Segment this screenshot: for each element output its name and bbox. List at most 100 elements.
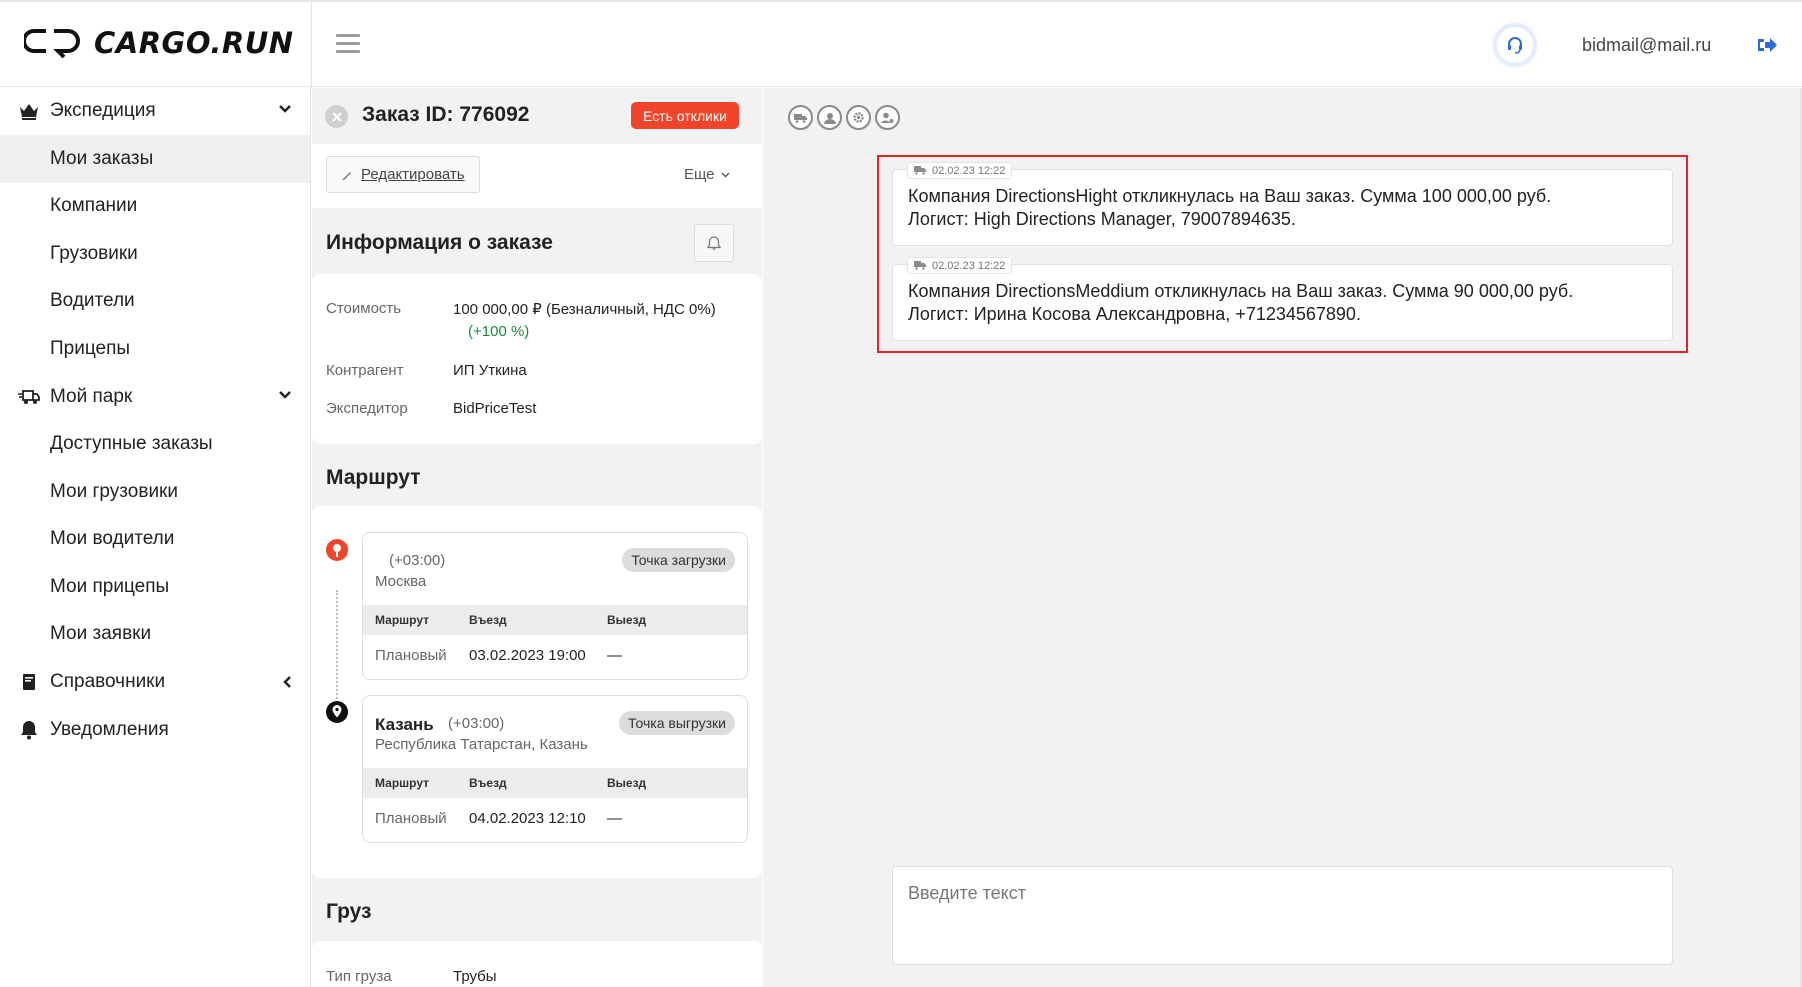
sidebar-item-available-orders[interactable]: Доступные заказы <box>0 421 310 469</box>
col-arrival: Въезд <box>469 776 507 790</box>
col-arrival: Въезд <box>469 613 507 627</box>
sidebar-item-my-requests[interactable]: Мои заявки <box>0 611 310 659</box>
col-route: Маршрут <box>375 776 430 790</box>
sidebar-item-drivers[interactable]: Водители <box>0 278 310 326</box>
col-route: Маршрут <box>375 613 430 627</box>
row-arrival: 03.02.2023 19:00 <box>469 647 586 664</box>
message-meta: 02.02.23 12:22 <box>907 162 1013 179</box>
sidebar-group-label: Экспедиция <box>50 100 156 121</box>
logo-text: CARGO.RUN <box>94 26 294 60</box>
sidebar-item-trailers[interactable]: Прицепы <box>0 325 310 373</box>
point-city: Казань <box>375 715 434 734</box>
route-title: Маршрут <box>326 466 421 489</box>
chevron-down-icon <box>279 105 291 113</box>
message-time: 02.02.23 12:22 <box>932 259 1006 272</box>
sidebar-item-my-trailers[interactable]: Мои прицепы <box>0 563 310 611</box>
order-info-card: Стоимость 100 000,00 ₽ (Безналичный, НДС… <box>312 274 762 444</box>
route-point-loading[interactable]: (+03:00) Москва Точка загрузки Маршрут В… <box>362 532 748 680</box>
sidebar-group-label: Уведомления <box>50 719 169 740</box>
point-table-header: Маршрут Въезд Выезд <box>363 605 747 635</box>
message-line: Логист: Ирина Косова Александровна, +712… <box>908 304 1361 324</box>
sidebar-group-my-fleet[interactable]: Мой парк <box>0 373 310 421</box>
info-value: Трубы <box>453 968 497 985</box>
point-table-row: Плановый 03.02.2023 19:00 — <box>363 635 747 679</box>
col-departure: Выезд <box>607 776 647 790</box>
logo[interactable]: CARGO.RUN <box>24 26 294 60</box>
info-value: ИП Уткина <box>453 362 527 379</box>
point-timezone: (+03:00) <box>389 552 446 569</box>
gear-filter-icon[interactable] <box>846 105 871 130</box>
chat-message: 02.02.23 12:22 Компания DirectionsHight … <box>892 162 1673 246</box>
user-filter-icon[interactable] <box>817 105 842 130</box>
chevron-left-icon <box>283 676 291 688</box>
route-card: (+03:00) Москва Точка загрузки Маршрут В… <box>312 506 762 878</box>
chat-filter-icons <box>788 105 900 130</box>
sidebar-item-my-trucks[interactable]: Мои грузовики <box>0 468 310 516</box>
sidebar-group-references[interactable]: Справочники <box>0 658 310 706</box>
header-divider <box>311 2 312 89</box>
book-icon <box>18 671 40 693</box>
bell-outline-icon <box>707 235 721 250</box>
point-address: Москва <box>375 573 427 590</box>
truck-fast-icon <box>18 386 40 408</box>
message-text: Компания DirectionsMeddium откликнулась … <box>908 280 1668 326</box>
user-settings-filter-icon[interactable] <box>875 105 900 130</box>
notify-bell-button[interactable] <box>694 224 734 262</box>
top-header: CARGO.RUN bidmail@mail.ru <box>0 0 1802 89</box>
point-type-tag: Точка загрузки <box>622 548 735 572</box>
close-icon[interactable] <box>325 105 348 128</box>
sidebar-group-notifications[interactable]: Уведомления <box>0 706 310 754</box>
logout-icon[interactable] <box>1756 35 1778 55</box>
route-point-unloading[interactable]: Казань (+03:00) Республика Татарстан, Ка… <box>362 695 748 843</box>
truck-icon <box>914 166 926 175</box>
info-label: Тип груза <box>326 968 392 985</box>
bell-icon <box>18 719 40 741</box>
pencil-icon <box>342 171 351 180</box>
map-pin-start-icon <box>326 539 348 561</box>
route-connector <box>336 590 338 710</box>
edit-button[interactable]: Редактировать <box>326 156 480 193</box>
chevron-down-icon <box>279 390 291 399</box>
point-table-header: Маршрут Въезд Выезд <box>363 768 747 798</box>
more-label: Еще <box>684 166 715 183</box>
message-text: Компания DirectionsHight откликнулась на… <box>908 185 1668 231</box>
message-time: 02.02.23 12:22 <box>932 164 1006 177</box>
row-type: Плановый <box>375 810 447 827</box>
point-type-tag: Точка выгрузки <box>619 711 735 735</box>
logo-mark-icon <box>24 29 80 59</box>
responses-chat-panel: 02.02.23 12:22 Компания DirectionsHight … <box>763 88 1802 987</box>
sidebar-group-expedition[interactable]: Экспедиция <box>0 87 310 135</box>
point-timezone: (+03:00) <box>448 715 505 732</box>
col-departure: Выезд <box>607 613 647 627</box>
cargo-title: Груз <box>326 900 372 923</box>
sidebar-item-companies[interactable]: Компании <box>0 183 310 231</box>
truck-icon <box>914 261 926 270</box>
sidebar: Экспедиция Мои заказы Компании Грузовики… <box>0 87 311 987</box>
sidebar-item-trucks[interactable]: Грузовики <box>0 230 310 278</box>
support-headset-icon[interactable] <box>1497 27 1533 63</box>
responses-badge[interactable]: Есть отклики <box>631 102 739 129</box>
more-dropdown[interactable]: Еще <box>684 166 730 183</box>
info-value: 100 000,00 ₽ (Безналичный, НДС 0%) <box>453 301 716 318</box>
order-header: Заказ ID: 776092 Есть отклики <box>312 88 762 144</box>
row-type: Плановый <box>375 647 447 664</box>
menu-toggle-icon[interactable] <box>336 34 360 54</box>
row-arrival: 04.02.2023 12:10 <box>469 810 586 827</box>
cargo-card: Тип груза Трубы <box>312 941 762 987</box>
message-meta: 02.02.23 12:22 <box>907 257 1013 274</box>
user-email[interactable]: bidmail@mail.ru <box>1582 35 1711 56</box>
sidebar-group-label: Мой парк <box>50 385 133 407</box>
info-label: Стоимость <box>326 300 402 317</box>
chat-message: 02.02.23 12:22 Компания DirectionsMeddiu… <box>892 257 1673 341</box>
info-label: Экспедитор <box>326 400 408 417</box>
truck-filter-icon[interactable] <box>788 105 813 130</box>
info-value: BidPriceTest <box>453 400 537 417</box>
sidebar-item-my-orders[interactable]: Мои заказы <box>0 135 310 183</box>
sidebar-item-my-drivers[interactable]: Мои водители <box>0 516 310 564</box>
point-table-row: Плановый 04.02.2023 12:10 — <box>363 798 747 842</box>
message-composer <box>892 866 1673 965</box>
cost-markup: (+100 %) <box>468 323 530 340</box>
message-input[interactable] <box>893 867 1672 964</box>
order-details-panel: Заказ ID: 776092 Есть отклики Редактиров… <box>312 88 762 987</box>
message-line: Компания DirectionsHight откликнулась на… <box>908 186 1552 206</box>
